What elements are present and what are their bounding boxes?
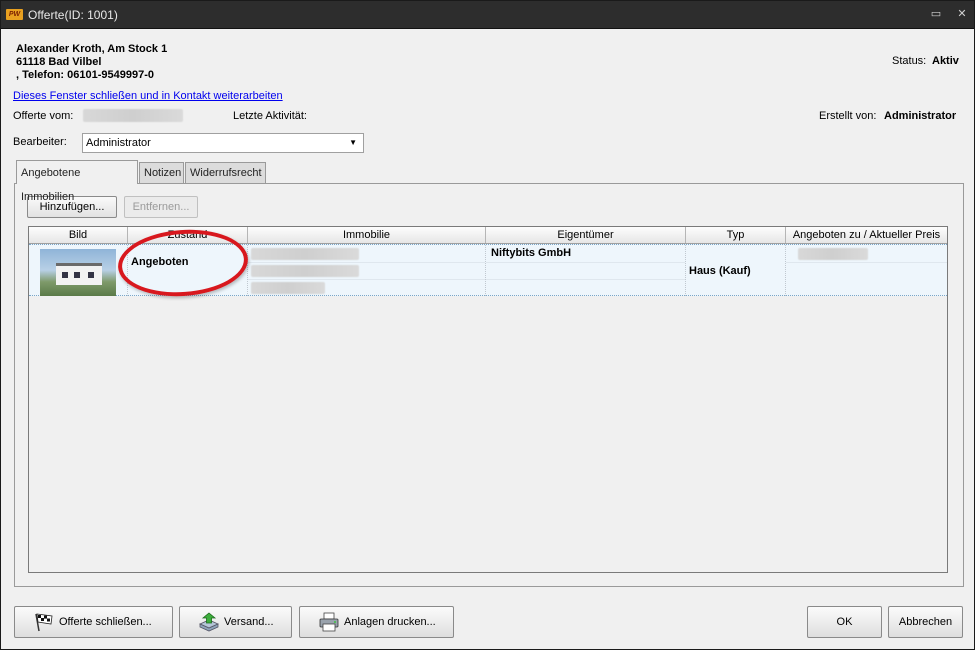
column-header-type[interactable]: Typ — [686, 227, 786, 243]
column-header-owner[interactable]: Eigentümer — [486, 227, 686, 243]
send-tray-icon — [199, 612, 219, 632]
contact-name-street: Alexander Kroth, Am Stock 1 — [16, 43, 168, 55]
house-image-icon — [56, 263, 102, 285]
printer-icon — [319, 612, 339, 632]
window-title: Offerte(ID: 1001) — [28, 8, 118, 22]
contact-city: 61118 Bad Vilbel — [16, 56, 102, 68]
remove-property-button[interactable]: Entfernen... — [124, 196, 198, 218]
checkered-flag-icon — [35, 613, 53, 632]
offered-properties-table: Bild Zustand Immobilie Eigentümer Typ An… — [28, 226, 948, 573]
tab-notes[interactable]: Notizen — [139, 162, 184, 184]
close-offer-button[interactable]: Offerte schließen... — [14, 606, 173, 638]
owner-text: Niftybits GmbH — [491, 247, 572, 259]
cell-image — [29, 245, 128, 296]
cell-owner: Niftybits GmbH — [486, 245, 686, 296]
table-header: Bild Zustand Immobilie Eigentümer Typ An… — [29, 227, 947, 244]
editor-dropdown[interactable]: Administrator ▼ — [82, 133, 364, 153]
price-redacted — [798, 248, 868, 260]
editor-label: Bearbeiter: — [13, 136, 67, 148]
table-row[interactable]: Angeboten Niftybits GmbH Haus (Kauf) — [29, 244, 947, 296]
tab-panel-offered-properties: Hinzufügen... Entfernen... Bild Zustand … — [14, 183, 964, 587]
status-label: Status: — [892, 55, 927, 67]
ok-button[interactable]: OK — [807, 606, 882, 638]
minimize-icon[interactable]: ▭ — [930, 8, 942, 20]
contact-address: Alexander Kroth, Am Stock 1 61118 Bad Vi… — [16, 43, 167, 82]
chevron-down-icon: ▼ — [349, 138, 357, 147]
column-header-price[interactable]: Angeboten zu / Aktueller Preis — [786, 227, 947, 243]
status-text: Angeboten — [131, 256, 189, 268]
cell-status: Angeboten — [128, 245, 248, 296]
title-bar[interactable]: PW Offerte(ID: 1001) ▭ ✕ — [1, 1, 974, 29]
property-line-redacted — [251, 282, 325, 294]
offer-date-redacted — [83, 109, 183, 122]
cell-property — [248, 245, 486, 296]
property-line-redacted — [251, 265, 359, 277]
close-icon[interactable]: ✕ — [956, 8, 968, 20]
offer-date-label: Offerte vom: — [13, 110, 74, 122]
close-offer-label: Offerte schließen... — [59, 616, 152, 628]
editor-dropdown-value: Administrator — [86, 137, 151, 149]
last-activity-label: Letzte Aktivität: — [233, 110, 307, 122]
type-text: Haus (Kauf) — [689, 265, 751, 277]
column-header-image[interactable]: Bild — [29, 227, 128, 243]
cancel-button[interactable]: Abbrechen — [888, 606, 963, 638]
created-by-label: Erstellt von: — [819, 110, 877, 122]
close-and-continue-link[interactable]: Dieses Fenster schließen und in Kontakt … — [13, 90, 283, 102]
app-logo-icon: PW — [6, 9, 23, 20]
cell-type: Haus (Kauf) — [686, 245, 786, 296]
send-button[interactable]: Versand... — [179, 606, 292, 638]
created-by-value: Administrator — [884, 110, 957, 122]
dialog-content: Alexander Kroth, Am Stock 1 61118 Bad Vi… — [1, 29, 974, 649]
cell-price — [786, 245, 947, 296]
status-value: Aktiv — [932, 55, 959, 67]
print-attachments-label: Anlagen drucken... — [344, 616, 436, 628]
contact-phone: , Telefon: 06101-9549997-0 — [16, 69, 154, 81]
offer-window: PW Offerte(ID: 1001) ▭ ✕ Alexander Kroth… — [0, 0, 975, 650]
tab-right-of-withdrawal[interactable]: Widerrufsrecht — [185, 162, 266, 184]
property-thumbnail — [40, 249, 116, 296]
column-header-property[interactable]: Immobilie — [248, 227, 486, 243]
tab-offered-properties[interactable]: Angebotene Immobilien — [16, 160, 138, 203]
column-header-status[interactable]: Zustand — [128, 227, 248, 243]
print-attachments-button[interactable]: Anlagen drucken... — [299, 606, 454, 638]
send-label: Versand... — [224, 616, 274, 628]
property-line-redacted — [251, 248, 359, 260]
